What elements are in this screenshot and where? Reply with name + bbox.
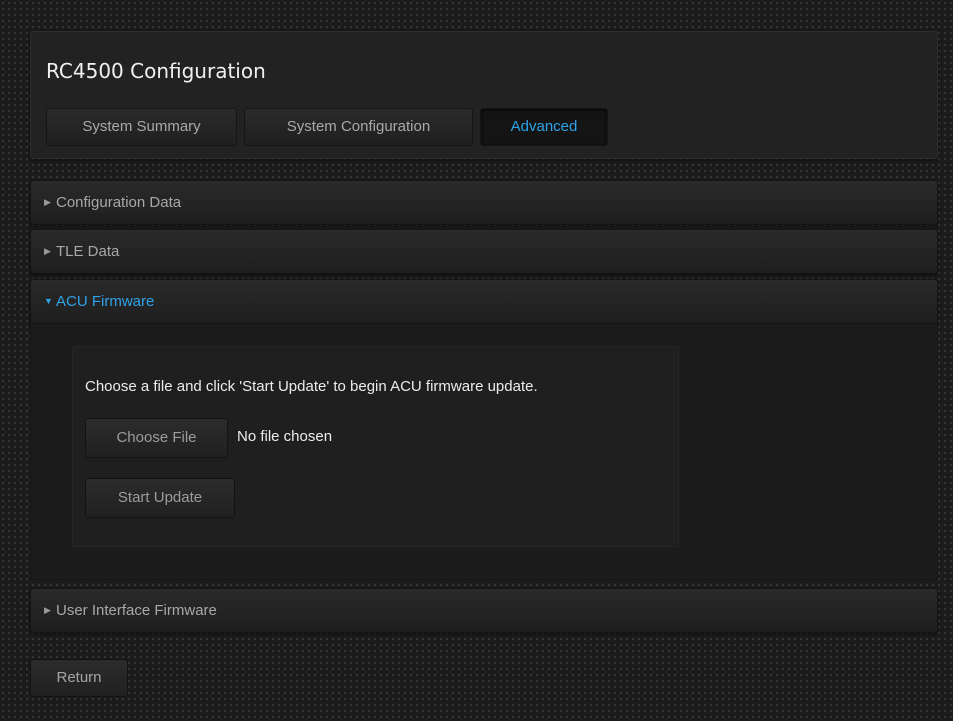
caret-right-icon: ▶ bbox=[44, 246, 51, 256]
accordion-acu-firmware[interactable]: ▼ ACU Firmware bbox=[30, 279, 938, 324]
return-button[interactable]: Return bbox=[30, 659, 128, 697]
accordion-user-interface-firmware[interactable]: ▶ User Interface Firmware bbox=[30, 588, 938, 633]
caret-down-icon: ▼ bbox=[44, 296, 53, 306]
choose-file-button[interactable]: Choose File bbox=[85, 418, 228, 458]
page-title: RC4500 Configuration bbox=[46, 59, 266, 83]
tab-advanced[interactable]: Advanced bbox=[480, 108, 608, 146]
acu-firmware-panel: Choose a file and click 'Start Update' t… bbox=[30, 324, 938, 580]
accordion-configuration-data[interactable]: ▶ Configuration Data bbox=[30, 180, 938, 225]
file-status-text: No file chosen bbox=[237, 428, 333, 445]
firmware-update-form: Choose a file and click 'Start Update' t… bbox=[72, 346, 679, 547]
update-instructions: Choose a file and click 'Start Update' t… bbox=[85, 378, 538, 395]
caret-right-icon: ▶ bbox=[44, 605, 51, 615]
accordion-tle-data[interactable]: ▶ TLE Data bbox=[30, 229, 938, 274]
tab-system-summary[interactable]: System Summary bbox=[46, 108, 237, 146]
accordion-label: Configuration Data bbox=[56, 194, 182, 211]
start-update-button[interactable]: Start Update bbox=[85, 478, 235, 518]
accordion-label: ACU Firmware bbox=[56, 293, 155, 310]
accordion-label: User Interface Firmware bbox=[56, 602, 217, 619]
header-panel: RC4500 Configuration System Summary Syst… bbox=[30, 31, 938, 159]
accordion-label: TLE Data bbox=[56, 243, 120, 260]
tab-system-configuration[interactable]: System Configuration bbox=[244, 108, 473, 146]
caret-right-icon: ▶ bbox=[44, 197, 51, 207]
